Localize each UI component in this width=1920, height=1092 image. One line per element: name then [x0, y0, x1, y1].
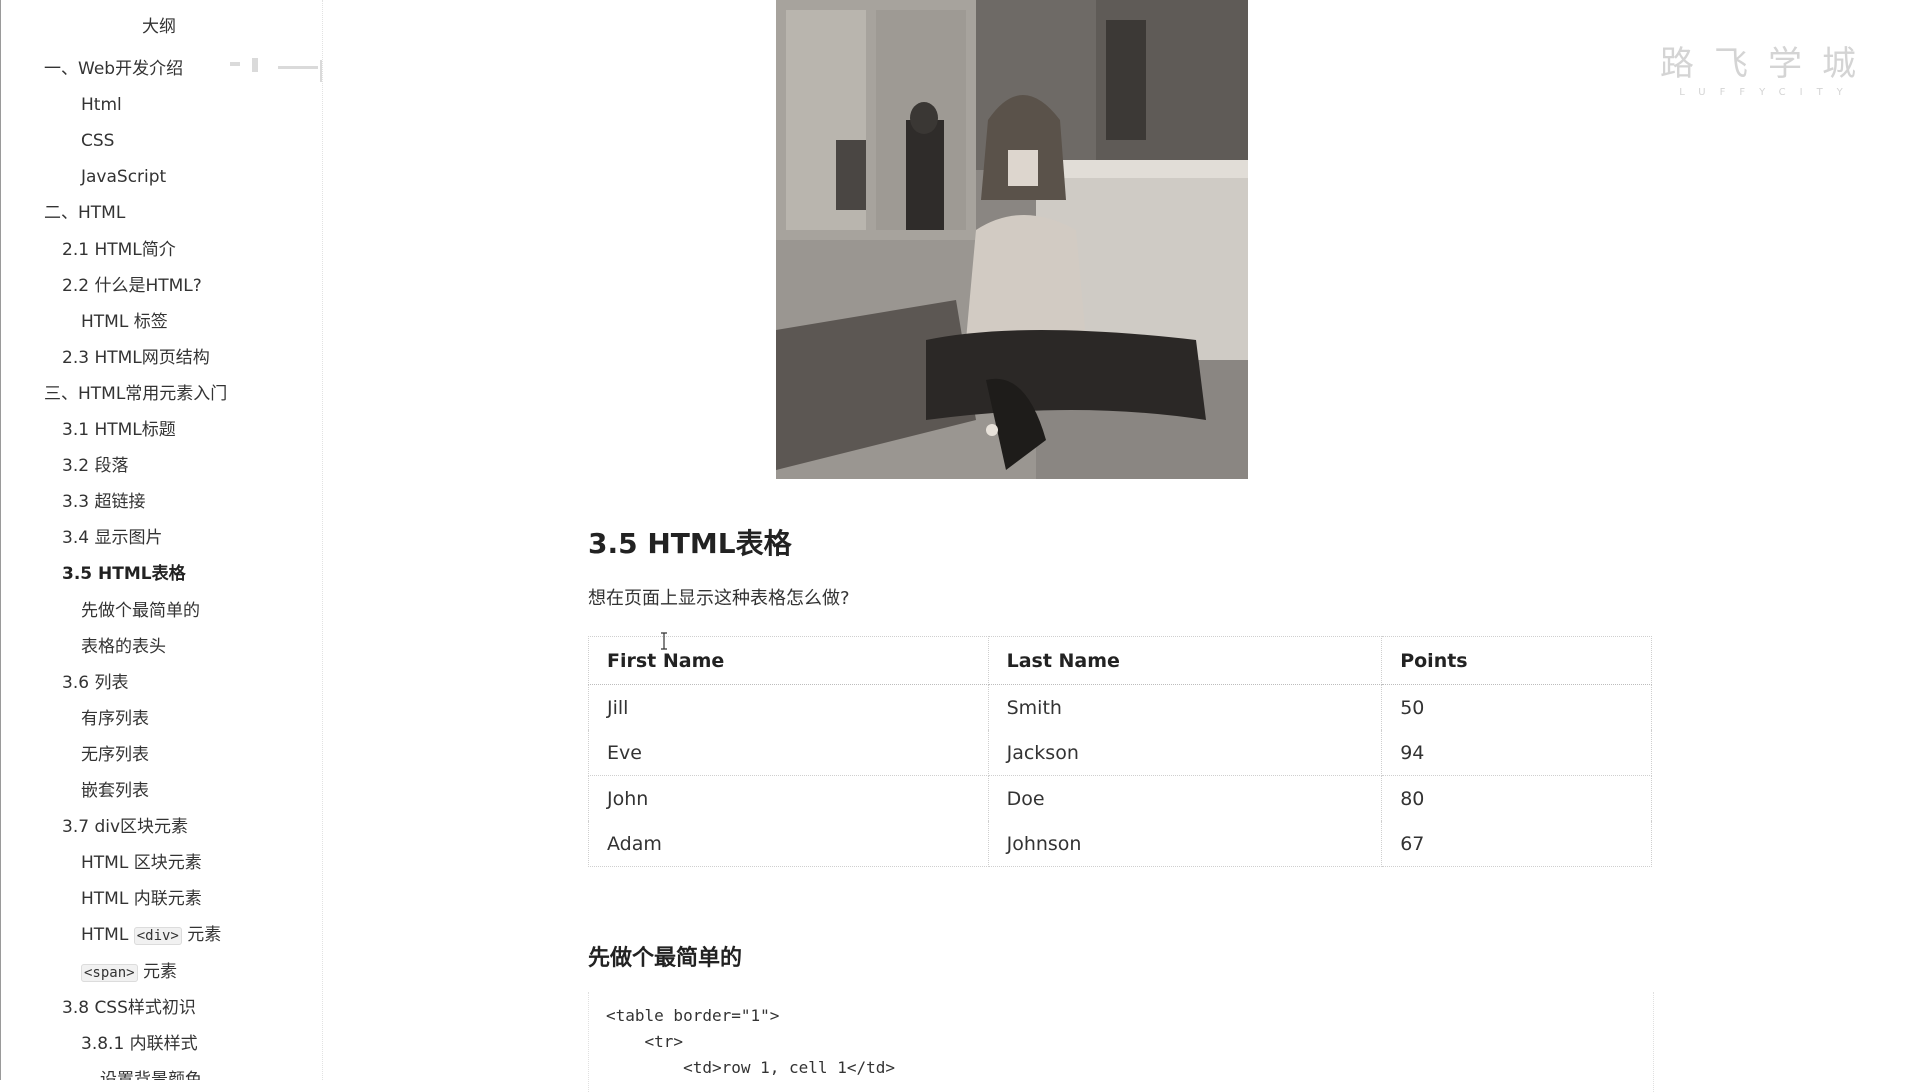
table-header-cell: First Name — [588, 636, 989, 685]
outline-item[interactable]: 3.6 列表 — [62, 672, 128, 694]
outline-item-label: HTML 标签 — [81, 312, 168, 332]
outline-item-label: 一、Web开发介绍 — [44, 59, 184, 79]
table-row: John Doe 80 — [588, 775, 1652, 821]
outline-item-label: 嵌套列表 — [81, 781, 149, 801]
outline-item[interactable]: 二、HTML — [44, 202, 125, 224]
table-cell: Johnson — [987, 821, 1383, 867]
table-header-cell: Last Name — [987, 636, 1383, 685]
outline-item-label: 有序列表 — [81, 709, 149, 729]
table-row: Adam Johnson 67 — [588, 821, 1652, 867]
section-question: 想在页面上显示这种表格怎么做? — [588, 588, 850, 609]
outline-item-label: 无序列表 — [81, 745, 149, 765]
outline-item-label: 2.3 HTML网页结构 — [62, 348, 210, 368]
watermark-english: LUFFYCITY — [1679, 87, 1857, 98]
outline-item[interactable]: 嵌套列表 — [81, 780, 149, 802]
outline-item-label: 3.2 段落 — [62, 456, 129, 476]
outline-item[interactable]: 三、HTML常用元素入门 — [44, 383, 227, 405]
outline-item[interactable]: 3.2 段落 — [62, 455, 128, 477]
table-cell: 80 — [1381, 775, 1652, 821]
outline-item[interactable]: 3.4 显示图片 — [62, 527, 162, 549]
outline-item-label: 3.8 CSS样式初识 — [62, 998, 196, 1018]
text-cursor-icon — [661, 632, 667, 650]
table-cell: Jill — [588, 684, 989, 730]
photo-illustration — [776, 0, 1248, 479]
table-row: Jill Smith 50 — [588, 684, 1652, 730]
outline-item[interactable]: HTML <div> 元素 — [81, 924, 221, 947]
code-line: <table border="1"> — [606, 1006, 780, 1025]
table-row: Eve Jackson 94 — [588, 730, 1652, 776]
outline-item-suffix: 元素 — [137, 962, 177, 982]
table-cell: 50 — [1381, 684, 1652, 730]
embedded-photo — [776, 0, 1248, 479]
outline-item-label: 3.1 HTML标题 — [62, 420, 176, 440]
subsection-heading: 先做个最简单的 — [588, 946, 743, 971]
table-cell: John — [588, 775, 989, 821]
outline-item[interactable]: 2.2 什么是HTML? — [62, 275, 202, 297]
table-cell: 67 — [1381, 821, 1652, 867]
outline-item[interactable]: 无序列表 — [81, 744, 149, 766]
outline-item-label: 表格的表头 — [81, 637, 166, 657]
table-cell: Doe — [987, 775, 1383, 821]
outline-item[interactable]: 3.3 超链接 — [62, 491, 145, 513]
outline-item-code: <span> — [81, 964, 138, 982]
outline-item[interactable]: 表格的表头 — [81, 636, 166, 658]
outline-item-label: 3.4 显示图片 — [62, 528, 163, 548]
outline-item-label: 三、HTML常用元素入门 — [44, 384, 228, 404]
outline-item-suffix: 元素 — [181, 925, 222, 945]
outline-item-label: 3.8.1 内联样式 — [81, 1034, 198, 1054]
outline-item[interactable]: CSS — [81, 130, 114, 152]
outline-item[interactable]: 3.7 div区块元素 — [62, 816, 188, 838]
section-heading: 3.5 HTML表格 — [588, 527, 792, 560]
outline-item-label: 设置背景颜色 — [100, 1070, 202, 1080]
outline-item-label: HTML 内联元素 — [81, 889, 202, 909]
table-cell: 94 — [1381, 730, 1652, 776]
code-line: <td>row 1, cell 1</td> — [606, 1058, 895, 1077]
outline-item[interactable]: 3.5 HTML表格 — [62, 563, 186, 585]
outline-item[interactable]: HTML 标签 — [81, 311, 168, 333]
table-header-row: First Name Last Name Points — [588, 636, 1652, 685]
outline-item-label: Html — [81, 95, 122, 115]
outline-sidebar: 大纲 一、Web开发介绍 Html CSS JavaScript 二、HTML 2.1 H… — [0, 0, 323, 1080]
table-cell: Jackson — [987, 730, 1383, 776]
outline-title: 大纲 — [142, 17, 176, 37]
outline-item[interactable]: 3.8.1 内联样式 — [81, 1033, 198, 1055]
outline-item[interactable]: 设置背景颜色 — [100, 1069, 202, 1080]
outline-item[interactable]: 3.1 HTML标题 — [62, 419, 176, 441]
code-block: <table border="1"> <tr> <td>row 1, cell … — [588, 992, 1654, 1092]
table-cell: Adam — [588, 821, 989, 867]
outline-item-label: 3.7 div区块元素 — [62, 817, 189, 837]
outline-item-code: <div> — [133, 927, 182, 945]
table-header-cell: Points — [1381, 636, 1652, 685]
table-cell: Eve — [588, 730, 989, 776]
outline-item[interactable]: 有序列表 — [81, 708, 149, 730]
outline-item[interactable]: 2.1 HTML简介 — [62, 239, 176, 261]
outline-item-label: 3.6 列表 — [62, 673, 129, 693]
watermark-chinese: 路飞学城 — [1660, 44, 1876, 84]
outline-item[interactable]: 一、Web开发介绍 — [44, 58, 183, 80]
outline-item-label: 2.1 HTML简介 — [62, 240, 176, 260]
outline-item[interactable]: HTML 内联元素 — [81, 888, 202, 910]
outline-item-label: 2.2 什么是HTML? — [62, 276, 202, 296]
outline-item[interactable]: 先做个最简单的 — [81, 600, 200, 622]
table-cell: Smith — [987, 684, 1383, 730]
outline-item-label: HTML 区块元素 — [81, 853, 202, 873]
outline-item[interactable]: Html — [81, 94, 122, 116]
outline-item-label: CSS — [81, 131, 115, 151]
outline-item[interactable]: <span> 元素 — [81, 961, 177, 984]
outline-item-label: 3.3 超链接 — [62, 492, 146, 512]
window-left-border — [0, 0, 1, 1080]
watermark-logo: 路飞学城 LUFFYCITY — [1660, 36, 1876, 98]
outline-item[interactable]: JavaScript — [81, 166, 166, 188]
outline-item-label: 先做个最简单的 — [81, 601, 200, 621]
outline-item-label: HTML — [81, 925, 134, 945]
outline-item-label: JavaScript — [81, 167, 167, 187]
outline-item[interactable]: 3.8 CSS样式初识 — [62, 997, 196, 1019]
outline-item-label: 二、HTML — [44, 203, 126, 223]
demo-table: First Name Last Name Points Jill Smith 5… — [588, 636, 1652, 867]
outline-item[interactable]: 2.3 HTML网页结构 — [62, 347, 210, 369]
outline-item-label: 3.5 HTML表格 — [62, 564, 186, 584]
code-line: <tr> — [606, 1032, 684, 1051]
outline-item[interactable]: HTML 区块元素 — [81, 852, 202, 874]
